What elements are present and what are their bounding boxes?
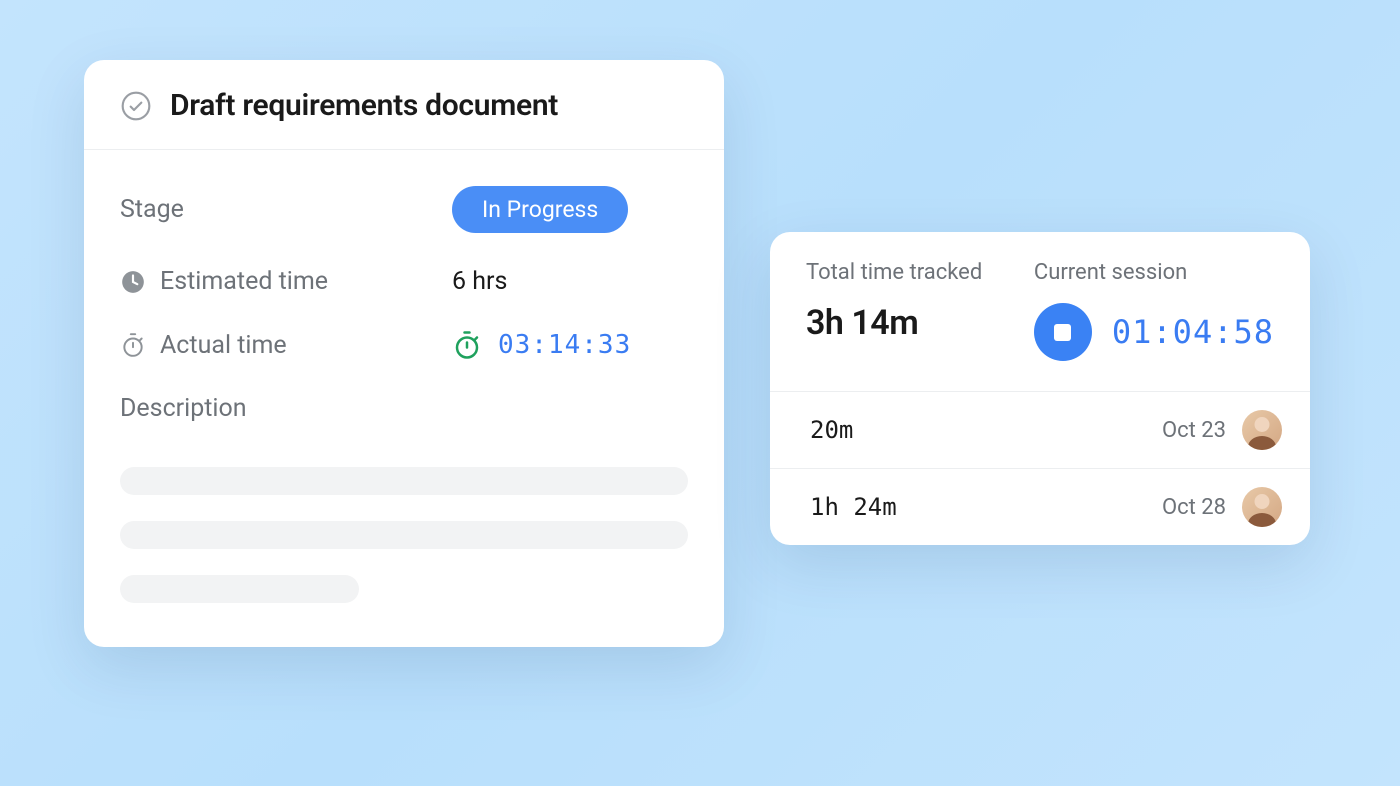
description-label: Description bbox=[120, 394, 688, 423]
actual-time-row: Actual time 03:14:33 bbox=[120, 330, 688, 360]
time-entry-row[interactable]: 1h 24m Oct 28 bbox=[770, 468, 1310, 545]
estimated-time-label: Estimated time bbox=[160, 267, 328, 296]
actual-time-value: 03:14:33 bbox=[498, 330, 631, 360]
clock-icon bbox=[120, 269, 146, 295]
stage-badge[interactable]: In Progress bbox=[452, 186, 628, 233]
total-time-label: Total time tracked bbox=[806, 260, 1034, 285]
entry-date: Oct 28 bbox=[1162, 495, 1226, 520]
stopwatch-active-icon[interactable] bbox=[452, 330, 482, 360]
stop-timer-button[interactable] bbox=[1034, 303, 1092, 361]
current-session-value: 01:04:58 bbox=[1112, 313, 1274, 351]
entry-duration: 1h 24m bbox=[810, 493, 897, 521]
avatar[interactable] bbox=[1242, 410, 1282, 450]
stopwatch-icon bbox=[120, 332, 146, 358]
task-body: Stage In Progress Estimated time 6 hrs bbox=[84, 150, 724, 647]
task-header: Draft requirements document bbox=[84, 60, 724, 150]
estimated-time-row: Estimated time 6 hrs bbox=[120, 267, 688, 296]
actual-time-label: Actual time bbox=[160, 331, 287, 360]
task-title: Draft requirements document bbox=[170, 88, 558, 123]
current-session-label: Current session bbox=[1034, 260, 1274, 285]
stop-icon bbox=[1054, 324, 1071, 341]
description-placeholder-line bbox=[120, 467, 688, 495]
check-circle-icon[interactable] bbox=[120, 90, 152, 122]
time-entry-row[interactable]: 20m Oct 23 bbox=[770, 391, 1310, 468]
total-time-value: 3h 14m bbox=[806, 303, 1034, 343]
time-tracking-summary: Total time tracked 3h 14m Current sessio… bbox=[770, 232, 1310, 391]
description-placeholder-line bbox=[120, 521, 688, 549]
avatar[interactable] bbox=[1242, 487, 1282, 527]
entry-duration: 20m bbox=[810, 416, 853, 444]
description-placeholder-line bbox=[120, 575, 359, 603]
time-tracking-card: Total time tracked 3h 14m Current sessio… bbox=[770, 232, 1310, 545]
entry-date: Oct 23 bbox=[1162, 418, 1226, 443]
stage-label: Stage bbox=[120, 195, 184, 224]
task-card: Draft requirements document Stage In Pro… bbox=[84, 60, 724, 647]
estimated-time-value: 6 hrs bbox=[452, 267, 507, 296]
stage-row: Stage In Progress bbox=[120, 186, 688, 233]
